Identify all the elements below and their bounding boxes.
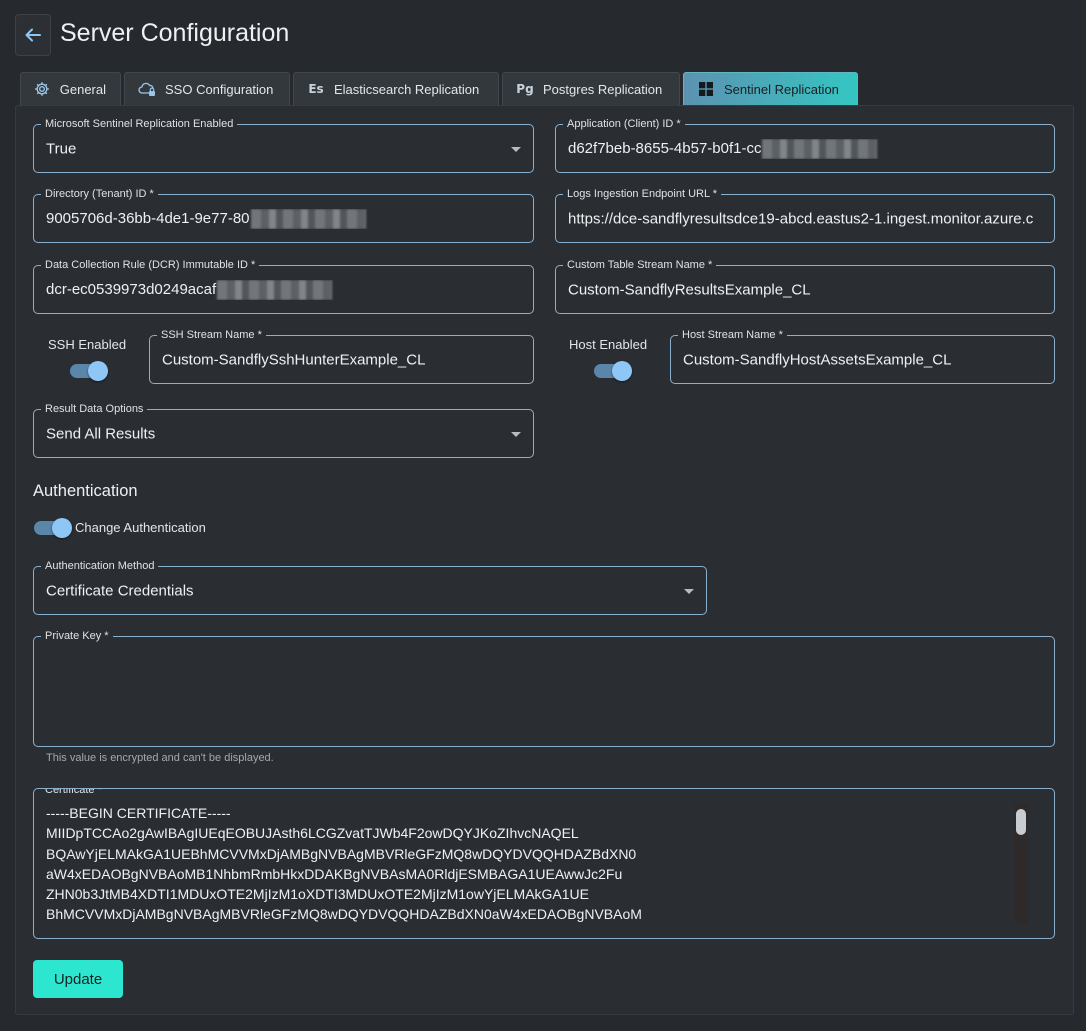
field-value: Custom-SandflySshHunterExample_CL (162, 351, 426, 368)
field-label: Data Collection Rule (DCR) Immutable ID … (41, 258, 260, 272)
field-label: Application (Client) ID * (563, 117, 685, 131)
caret-down-icon (511, 431, 521, 437)
tab-bar: General SSO Configuration Es Elasticsear… (20, 72, 858, 105)
result-options-select[interactable]: Result Data Options Send All Results (33, 402, 534, 458)
cloud-lock-icon (138, 80, 156, 98)
host-stream-input[interactable]: Host Stream Name * Custom-SandflyHostAss… (670, 328, 1055, 384)
redacted-region (217, 279, 333, 300)
ssh-enabled-toggle[interactable] (70, 361, 108, 381)
tab-general[interactable]: General (20, 72, 121, 105)
scrollbar-thumb[interactable] (1016, 809, 1026, 835)
sentinel-enabled-select[interactable]: Microsoft Sentinel Replication Enabled T… (33, 117, 534, 173)
toggle-knob (52, 518, 72, 538)
auth-method-select[interactable]: Authentication Method Certificate Creden… (33, 559, 707, 615)
endpoint-url-input[interactable]: Logs Ingestion Endpoint URL * https://dc… (555, 187, 1055, 243)
host-enabled-toggle[interactable] (594, 361, 632, 381)
certificate-scrollbar[interactable] (1014, 803, 1028, 923)
field-value: 9005706d-36bb-4de1-9e77-80 (46, 209, 250, 227)
gear-icon (34, 80, 51, 98)
field-value: True (46, 140, 77, 157)
field-value: dcr-ec0539973d0249acaf (46, 280, 217, 298)
field-label: Authentication Method (41, 559, 159, 573)
tab-label: Sentinel Replication (724, 81, 839, 97)
field-label: Microsoft Sentinel Replication Enabled (41, 117, 238, 131)
field-label: SSH Stream Name * (157, 328, 266, 342)
ssh-stream-input[interactable]: SSH Stream Name * Custom-SandflySshHunte… (149, 328, 534, 384)
tenant-id-input[interactable]: Directory (Tenant) ID * 9005706d-36bb-4d… (33, 187, 534, 243)
tab-sso-configuration[interactable]: SSO Configuration (124, 72, 290, 105)
change-authentication-label: Change Authentication (75, 520, 206, 535)
private-key-helper-text: This value is encrypted and can't be dis… (46, 752, 274, 764)
tab-elasticsearch-replication[interactable]: Es Elasticsearch Replication (293, 72, 499, 105)
arrow-left-icon (25, 28, 41, 42)
redacted-region (250, 208, 366, 229)
ssh-enabled-label: SSH Enabled (48, 337, 127, 352)
authentication-heading: Authentication (33, 482, 138, 500)
field-label: Custom Table Stream Name * (563, 258, 717, 272)
field-value: d62f7beb-8655-4b57-b0f1-cc (568, 139, 762, 157)
tab-label: SSO Configuration (165, 81, 274, 97)
elasticsearch-icon: Es (308, 82, 324, 96)
windows-icon (697, 80, 715, 98)
dcr-id-input[interactable]: Data Collection Rule (DCR) Immutable ID … (33, 258, 534, 314)
field-value: Send All Results (46, 425, 156, 442)
field-value: -----BEGIN CERTIFICATE----- MIIDpTCCAo2g… (46, 805, 642, 923)
back-button[interactable] (15, 14, 51, 56)
redacted-region (762, 138, 878, 159)
field-value: Custom-SandflyResultsExample_CL (568, 281, 811, 298)
client-id-input[interactable]: Application (Client) ID * d62f7beb-8655-… (555, 117, 1055, 173)
toggle-knob (88, 361, 108, 381)
host-enabled-label: Host Enabled (569, 337, 648, 352)
toggle-knob (612, 361, 632, 381)
caret-down-icon (511, 146, 521, 152)
field-label: Private Key * (41, 629, 113, 643)
tab-label: Postgres Replication (543, 81, 663, 97)
field-label: Certificate * (41, 789, 106, 797)
table-stream-input[interactable]: Custom Table Stream Name * Custom-Sandfl… (555, 258, 1055, 314)
field-label: Result Data Options (41, 402, 148, 416)
field-label: Host Stream Name * (678, 328, 787, 342)
certificate-textarea[interactable]: Certificate * -----BEGIN CERTIFICATE----… (33, 788, 1055, 939)
tab-sentinel-replication[interactable]: Sentinel Replication (683, 72, 858, 105)
field-value: https://dce-sandflyresultsdce19-abcd.eas… (568, 210, 1034, 227)
tab-label: Elasticsearch Replication (334, 81, 480, 97)
tab-label: General (59, 81, 106, 97)
field-value: Certificate Credentials (46, 582, 194, 599)
change-authentication-toggle[interactable] (34, 518, 72, 538)
postgres-icon: Pg (516, 82, 534, 96)
field-value: Custom-SandflyHostAssetsExample_CL (683, 351, 952, 368)
field-label: Logs Ingestion Endpoint URL * (563, 187, 722, 201)
update-button[interactable]: Update (33, 960, 123, 998)
field-label: Directory (Tenant) ID * (41, 187, 158, 201)
caret-down-icon (684, 588, 694, 594)
page-title: Server Configuration (60, 19, 290, 47)
private-key-textarea[interactable]: Private Key * (33, 629, 1055, 747)
tab-postgres-replication[interactable]: Pg Postgres Replication (502, 72, 680, 105)
